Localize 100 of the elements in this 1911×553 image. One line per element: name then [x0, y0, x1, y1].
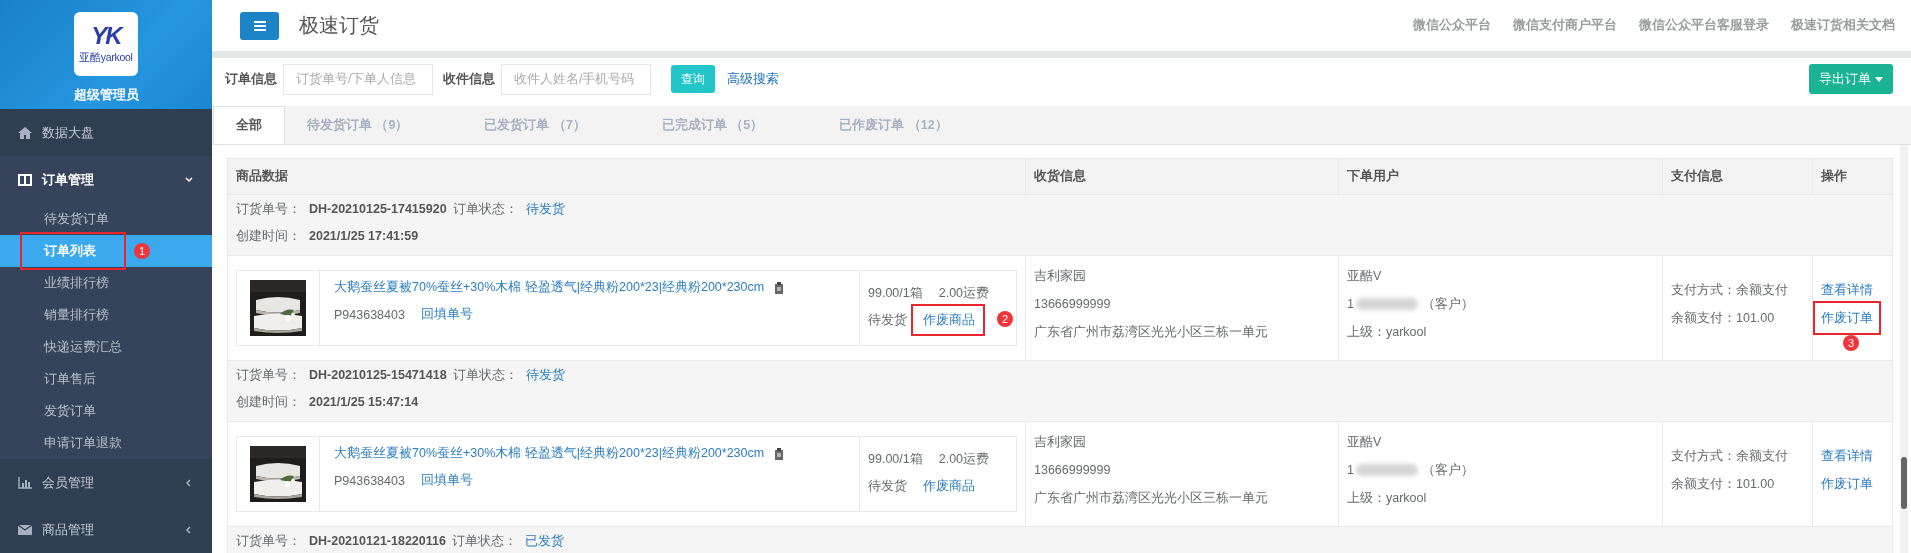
- submenu-item[interactable]: 订单售后: [0, 363, 212, 395]
- item-status: 待发货: [868, 478, 907, 495]
- user-superior: 上级：yarkool: [1347, 490, 1428, 507]
- shipping-fee: 2.00运费: [938, 285, 990, 302]
- product-sku: P943638403: [334, 473, 405, 488]
- caret-icon: [1875, 76, 1883, 82]
- menu-item[interactable]: 订单管理: [0, 156, 212, 203]
- column-header: 收货信息: [1034, 169, 1086, 183]
- payment-amount: 余额支付：101.00: [1671, 310, 1776, 327]
- order-number: DH-20210125-17415920: [309, 201, 447, 217]
- payment-method: 支付方式：余额支付: [1671, 282, 1789, 299]
- home-icon: [18, 126, 32, 139]
- menu-item[interactable]: 数据大盘: [0, 109, 212, 156]
- user-role-tag: （客户）: [1421, 290, 1474, 318]
- order-number: DH-20210125-15471418: [309, 367, 447, 383]
- columns-icon: [18, 173, 32, 186]
- export-button[interactable]: 导出订单: [1809, 64, 1893, 94]
- header-link[interactable]: 微信公众平台: [1413, 17, 1491, 34]
- order-status-label: 订单状态：: [452, 201, 518, 217]
- menu-item[interactable]: 会员管理: [0, 459, 212, 506]
- void-item-link[interactable]: 作废商品: [923, 313, 975, 327]
- bar-chart-icon: [18, 476, 32, 489]
- order-number-label: 订货单号：: [236, 201, 301, 217]
- receiver-address: 广东省广州市荔湾区光光小区三栋一单元: [1034, 324, 1269, 341]
- action-link[interactable]: 作废订单: [1821, 477, 1873, 491]
- submenu-item[interactable]: 申请订单退款: [0, 427, 212, 459]
- receiver-name: 吉利家园: [1034, 434, 1087, 451]
- receiver-name: 吉利家园: [1034, 268, 1087, 285]
- product-sku: P943638403: [334, 307, 405, 322]
- user-role: 超级管理员: [73, 86, 139, 104]
- item-status: 待发货: [868, 312, 907, 329]
- receiver-phone: 13666999999: [1034, 296, 1112, 313]
- page-title: 极速订货: [299, 13, 379, 38]
- header-link[interactable]: 微信支付商户平台: [1513, 17, 1617, 34]
- action-link[interactable]: 作废订单: [1821, 311, 1873, 325]
- shipping-fee: 2.00运费: [938, 451, 990, 468]
- chevron-left-icon: [184, 524, 194, 535]
- product-name-link[interactable]: 大鹅蚕丝夏被70%蚕丝+30%木棉 轻盈透气|经典粉200*23|经典粉200*230cm: [334, 445, 765, 462]
- order-status: 待发货: [525, 201, 565, 217]
- order-status: 已发货: [524, 533, 564, 549]
- user-superior: 上级：yarkool: [1347, 324, 1428, 341]
- advanced-search-link[interactable]: 高级搜索: [727, 70, 779, 88]
- order-status-label: 订单状态：: [452, 367, 518, 383]
- fill-tracking-link[interactable]: 回填单号: [420, 306, 473, 323]
- header-link[interactable]: 微信公众平台客服登录: [1639, 17, 1769, 34]
- unit-price: 99.00/1箱: [868, 285, 923, 302]
- field-label: 收件信息: [443, 70, 495, 88]
- order-status-label: 订单状态：: [451, 533, 517, 549]
- payment-amount: 余额支付：101.00: [1671, 476, 1776, 493]
- input-field[interactable]: 订货单号/下单人信息: [283, 63, 433, 95]
- user-role-tag: （客户）: [1421, 456, 1474, 484]
- created-time: 2021/1/25 17:41:59: [309, 228, 419, 244]
- fill-tracking-link[interactable]: 回填单号: [420, 472, 473, 489]
- header-link[interactable]: 极速订货相关文档: [1791, 17, 1895, 34]
- step-badge: 2: [997, 311, 1013, 327]
- highlight-frame: [1813, 301, 1881, 335]
- order-status: 待发货: [525, 367, 565, 383]
- unit-price: 99.00/1箱: [868, 451, 923, 468]
- void-item-link[interactable]: 作废商品: [923, 479, 975, 493]
- menu-item[interactable]: 商品管理: [0, 506, 212, 553]
- tab[interactable]: 全部: [213, 106, 285, 144]
- envelope-icon: [18, 523, 32, 536]
- logo: YK 亚酷yarkool: [74, 12, 138, 76]
- column-header: 下单用户: [1347, 169, 1399, 183]
- submenu-item[interactable]: 发货订单: [0, 395, 212, 427]
- action-link[interactable]: 查看详情: [1821, 283, 1873, 297]
- created-time: 2021/1/25 15:47:14: [309, 394, 419, 410]
- blurred-redaction: [1355, 298, 1418, 310]
- menu-icon: [253, 20, 266, 31]
- submenu-item[interactable]: 销量排行榜: [0, 299, 212, 331]
- column-header: 商品数据: [236, 169, 288, 183]
- user-name: 亚酷V: [1347, 268, 1383, 285]
- user-phone: 1: [1347, 296, 1354, 313]
- submenu-item[interactable]: 待发货订单: [0, 203, 212, 235]
- order-number-label: 订货单号：: [236, 533, 301, 549]
- field-label: 订单信息: [225, 70, 277, 88]
- clipboard-icon[interactable]: [774, 281, 785, 294]
- user-name: 亚酷V: [1347, 434, 1383, 451]
- receiver-phone: 13666999999: [1034, 462, 1112, 479]
- input-field[interactable]: 收件人姓名/手机号码: [501, 63, 651, 95]
- clipboard-icon[interactable]: [774, 447, 785, 460]
- column-header: 支付信息: [1671, 169, 1723, 183]
- step-badge: 3: [1843, 335, 1859, 351]
- user-phone: 1: [1347, 462, 1354, 479]
- order-number: DH-20210121-18220116: [309, 533, 446, 549]
- action-link[interactable]: 查看详情: [1821, 449, 1873, 463]
- menu-button[interactable]: [240, 11, 279, 40]
- blurred-redaction: [1355, 464, 1418, 476]
- scrollbar[interactable]: [1900, 145, 1908, 553]
- product-name-link[interactable]: 大鹅蚕丝夏被70%蚕丝+30%木棉 轻盈透气|经典粉200*23|经典粉200*230cm: [334, 279, 765, 296]
- chevron-down-icon: [184, 174, 194, 185]
- created-time-label: 创建时间：: [236, 228, 301, 244]
- chevron-left-icon: [184, 477, 194, 488]
- submenu-item[interactable]: 快递运费汇总: [0, 331, 212, 363]
- column-header: 操作: [1821, 169, 1847, 183]
- submenu-item[interactable]: 业绩排行榜: [0, 267, 212, 299]
- created-time-label: 创建时间：: [236, 394, 301, 410]
- receiver-address: 广东省广州市荔湾区光光小区三栋一单元: [1034, 490, 1269, 507]
- payment-method: 支付方式：余额支付: [1671, 448, 1789, 465]
- order-number-label: 订货单号：: [236, 367, 301, 383]
